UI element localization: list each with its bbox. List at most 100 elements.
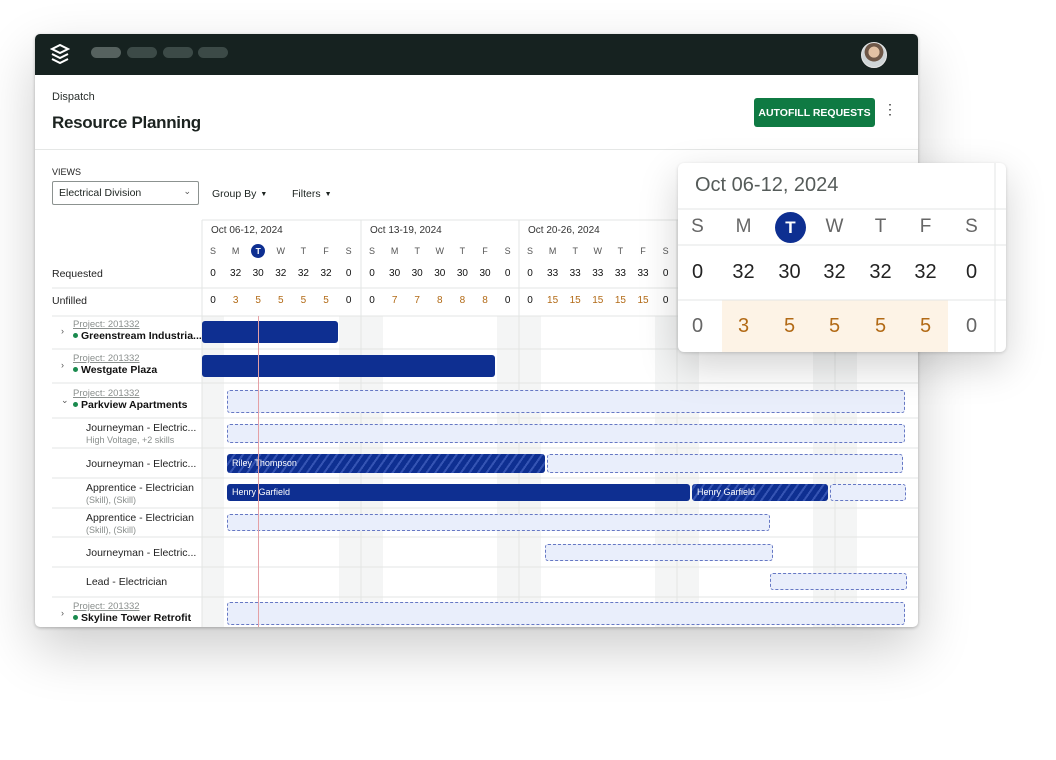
role-row[interactable]: Apprentice - Electrician (Skill), (Skill) — [86, 512, 194, 535]
project-bar[interactable] — [202, 355, 495, 377]
role-row[interactable]: Lead - Electrician — [86, 576, 167, 588]
expand-chevron-icon[interactable]: › — [61, 360, 64, 370]
zoom-day-label: F — [919, 216, 932, 237]
assignment-bar[interactable]: Henry Garfield — [692, 484, 828, 501]
unfilled-request-bar[interactable] — [830, 484, 906, 501]
unfilled-count: 7 — [391, 295, 398, 306]
zoom-unfilled-count: 3 — [737, 315, 750, 337]
project-tag[interactable]: Project: 201332 — [73, 319, 202, 330]
unfilled-count: 8 — [437, 295, 443, 306]
zoom-unfilled-count: 5 — [783, 315, 796, 337]
project-name: Greenstream Industria... — [81, 330, 202, 342]
unfilled-count: 0 — [210, 295, 216, 306]
unfilled-request-bar[interactable] — [547, 454, 903, 473]
role-name: Apprentice - Electrician — [86, 482, 194, 494]
requested-count: 33 — [637, 268, 649, 279]
zoom-day-label: T — [874, 216, 887, 237]
role-skills: (Skill), (Skill) — [86, 495, 136, 505]
unfilled-request-bar[interactable] — [227, 514, 770, 531]
unfilled-count: 5 — [323, 295, 329, 306]
assignment-bar[interactable]: Riley Thompson — [227, 454, 545, 473]
role-name: Apprentice - Electrician — [86, 512, 194, 524]
day-label: S — [368, 246, 375, 256]
unfilled-count: 5 — [278, 295, 284, 306]
status-dot — [73, 615, 78, 620]
project-name: Skyline Tower Retrofit — [81, 612, 192, 624]
status-dot — [73, 402, 78, 407]
collapse-chevron-icon[interactable]: ⌄ — [61, 395, 69, 406]
requested-count: 0 — [662, 268, 669, 279]
zoom-day-label: S — [965, 216, 978, 237]
project-tag[interactable]: Project: 201332 — [73, 601, 191, 612]
requested-count: 30 — [456, 268, 468, 279]
role-row[interactable]: Journeyman - Electric... — [86, 547, 196, 559]
requested-count: 33 — [547, 268, 559, 279]
zoom-today-marker-icon: T — [775, 212, 806, 243]
zoom-week-title: Oct 06-12, 2024 — [695, 174, 839, 196]
requested-count: 32 — [320, 268, 332, 279]
zoom-unfilled-count: 5 — [919, 315, 932, 337]
day-label: S — [526, 246, 533, 256]
unfilled-request-bar[interactable] — [545, 544, 773, 561]
zoom-requested-count: 0 — [691, 261, 704, 283]
unfilled-count: 0 — [527, 295, 533, 306]
role-name: Journeyman - Electric... — [86, 547, 197, 559]
requested-row-label: Requested — [52, 268, 103, 280]
assignee-name: Riley Thompson — [232, 458, 297, 468]
day-label: S — [345, 246, 352, 256]
project-name: Westgate Plaza — [81, 364, 158, 376]
zoom-requested-count: 32 — [823, 261, 846, 283]
status-dot — [73, 333, 78, 338]
assignment-bar[interactable]: Henry Garfield — [227, 484, 690, 501]
unfilled-count: 15 — [569, 295, 581, 306]
role-name: Lead - Electrician — [86, 576, 168, 588]
unfilled-count: 15 — [614, 295, 626, 306]
unfilled-count: 0 — [345, 295, 352, 306]
role-row[interactable]: Journeyman - Electric... High Voltage, +2… — [86, 422, 196, 445]
unfilled-count: 0 — [504, 295, 511, 306]
project-bar[interactable] — [202, 321, 338, 343]
project-row[interactable]: Project: 201332 Parkview Apartments — [73, 388, 187, 411]
project-tag[interactable]: Project: 201332 — [73, 353, 157, 364]
expand-chevron-icon[interactable]: › — [61, 326, 64, 336]
unfilled-request-bar[interactable] — [227, 390, 905, 413]
requested-count: 32 — [230, 268, 242, 279]
unfilled-count: 3 — [232, 295, 239, 306]
unfilled-row-label: Unfilled — [52, 295, 88, 307]
role-row[interactable]: Apprentice - Electrician (Skill), (Skill) — [86, 482, 194, 505]
unfilled-count: 0 — [369, 295, 375, 306]
zoom-requested-count: 32 — [732, 261, 755, 283]
day-label: W — [435, 246, 445, 256]
assignee-name: Henry Garfield — [697, 487, 756, 497]
unfilled-request-bar[interactable] — [770, 573, 907, 590]
role-row[interactable]: Journeyman - Electric... — [86, 458, 196, 470]
day-label: S — [504, 246, 511, 256]
zoom-day-label: S — [691, 216, 704, 237]
day-label: F — [323, 246, 329, 256]
day-label: T — [300, 246, 307, 256]
unfilled-count: 7 — [414, 295, 420, 306]
unfilled-request-bar[interactable] — [227, 424, 905, 443]
day-label: T — [617, 246, 624, 256]
unfilled-request-bar[interactable] — [227, 602, 905, 625]
requested-count: 0 — [345, 268, 352, 279]
role-skills: High Voltage, +2 skills — [86, 435, 175, 445]
project-row[interactable]: Project: 201332 Skyline Tower Retrofit — [73, 601, 191, 624]
zoom-day-label: W — [825, 216, 844, 237]
requested-count: 30 — [479, 268, 491, 279]
role-skills: (Skill), (Skill) — [86, 525, 136, 535]
project-row[interactable]: Project: 201332 Greenstream Industria... — [73, 319, 202, 342]
unfilled-count: 0 — [662, 295, 669, 306]
day-label: M — [548, 246, 557, 256]
project-tag[interactable]: Project: 201332 — [73, 388, 187, 399]
requested-count: 33 — [592, 268, 604, 279]
week-label: Oct 06-12, 2024 — [211, 225, 283, 236]
day-label: T — [414, 246, 420, 256]
requested-count: 32 — [275, 268, 287, 279]
expand-chevron-icon[interactable]: › — [61, 608, 64, 618]
project-row[interactable]: Project: 201332 Westgate Plaza — [73, 353, 157, 376]
requested-count: 0 — [369, 268, 375, 279]
assignee-name: Henry Garfield — [232, 487, 291, 497]
unfilled-count: 15 — [637, 295, 649, 306]
day-label: T — [459, 246, 466, 256]
